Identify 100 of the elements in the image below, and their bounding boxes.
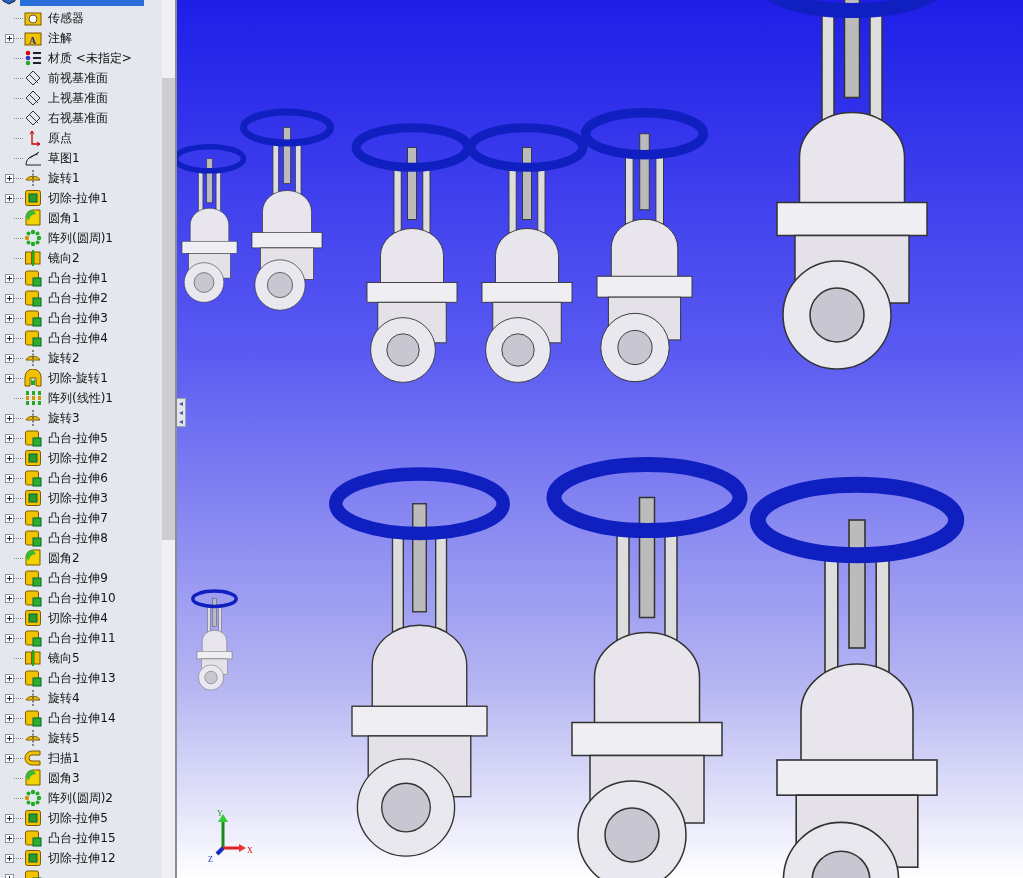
- scrollbar[interactable]: [162, 0, 175, 878]
- feature-tree-item[interactable]: 旋转2: [46, 349, 82, 367]
- expand-icon[interactable]: [5, 533, 14, 543]
- axis-triad-drawing: Y X Z: [199, 808, 255, 864]
- feature-tree-item[interactable]: 凸台-拉伸8: [46, 529, 110, 547]
- feature-tree-item[interactable]: 阵列(线性)1: [46, 389, 115, 407]
- feature-tree-item[interactable]: 切除-拉伸3: [46, 489, 110, 507]
- feature-tree-item[interactable]: 镜向5: [46, 649, 82, 667]
- feature-tree-item[interactable]: 凸台-拉伸15: [46, 829, 118, 847]
- boss-extrude-icon: [24, 329, 42, 347]
- boss-extrude-icon: [24, 469, 42, 487]
- expand-icon[interactable]: [5, 453, 14, 463]
- feature-tree-item[interactable]: 切除-拉伸5: [46, 809, 110, 827]
- expand-icon[interactable]: [5, 353, 14, 363]
- fillet-icon: [24, 209, 42, 227]
- feature-tree-item[interactable]: 凸台-拉伸11: [46, 629, 118, 647]
- feature-tree-item[interactable]: 阵列(圆周)1: [46, 229, 115, 247]
- sketch-icon: [24, 149, 42, 167]
- 3d-viewport[interactable]: Y X Z: [177, 0, 1023, 878]
- feature-tree-item[interactable]: 右视基准面: [46, 109, 110, 127]
- cut-extrude-icon: [24, 609, 42, 627]
- annotation-folder-icon: A: [24, 29, 42, 47]
- boss-extrude-icon: [24, 569, 42, 587]
- feature-tree-item[interactable]: 切除-拉伸4: [46, 609, 110, 627]
- feature-tree-item[interactable]: 上视基准面: [46, 89, 110, 107]
- expand-icon[interactable]: [5, 733, 14, 743]
- boss-extrude-icon: [24, 289, 42, 307]
- boss-extrude-icon: [24, 509, 42, 527]
- feature-tree-item[interactable]: 凸台-拉伸13: [46, 669, 118, 687]
- expand-icon[interactable]: [5, 473, 14, 483]
- panel-collapse-handle[interactable]: [177, 398, 186, 427]
- expand-icon[interactable]: [5, 493, 14, 503]
- expand-icon[interactable]: [5, 693, 14, 703]
- revolve-icon: [24, 689, 42, 707]
- expand-icon[interactable]: [5, 633, 14, 643]
- circular-pattern-icon: [24, 229, 42, 247]
- expand-icon[interactable]: [5, 273, 14, 283]
- feature-tree-item[interactable]: 凸台-拉伸2: [46, 289, 110, 307]
- feature-tree-item[interactable]: 凸台-拉伸9: [46, 569, 110, 587]
- expand-icon[interactable]: [5, 193, 14, 203]
- expand-icon[interactable]: [5, 713, 14, 723]
- feature-tree-item[interactable]: 草图1: [46, 149, 82, 167]
- expand-icon[interactable]: [5, 373, 14, 383]
- cut-extrude-icon: [24, 189, 42, 207]
- expand-icon[interactable]: [5, 173, 14, 183]
- feature-tree-item[interactable]: 前视基准面: [46, 69, 110, 87]
- expand-icon[interactable]: [5, 833, 14, 843]
- expand-icon[interactable]: [5, 333, 14, 343]
- plane-icon: [24, 69, 42, 87]
- feature-tree-item[interactable]: 圆角3: [46, 769, 82, 787]
- feature-tree-item[interactable]: 扫描1: [46, 749, 82, 767]
- feature-tree-item[interactable]: 阵列(圆周)2: [46, 789, 115, 807]
- feature-tree-item[interactable]: 传感器: [46, 9, 86, 27]
- boss-extrude-icon: [24, 709, 42, 727]
- expand-icon[interactable]: [5, 573, 14, 583]
- feature-tree-item[interactable]: 凸台-拉伸3: [46, 309, 110, 327]
- feature-tree-item[interactable]: 原点: [46, 129, 74, 147]
- cut-revolve-icon: [24, 369, 42, 387]
- feature-tree-item[interactable]: 旋转4: [46, 689, 82, 707]
- expand-icon[interactable]: [5, 753, 14, 763]
- boss-extrude-icon: [24, 529, 42, 547]
- cut-extrude-icon: [24, 809, 42, 827]
- feature-tree-item[interactable]: 凸台-拉伸4: [46, 329, 110, 347]
- expand-icon[interactable]: [5, 433, 14, 443]
- feature-tree-item[interactable]: 切除-旋转1: [46, 369, 110, 387]
- expand-icon[interactable]: [5, 413, 14, 423]
- revolve-icon: [24, 349, 42, 367]
- feature-tree-item[interactable]: 凸台-拉伸6: [46, 469, 110, 487]
- feature-tree-item[interactable]: 凸台-拉伸1: [46, 269, 110, 287]
- feature-tree-item[interactable]: 切除-拉伸12: [46, 849, 118, 867]
- feature-tree-item[interactable]: 凸台-拉伸14: [46, 709, 118, 727]
- linear-pattern-icon: [24, 389, 42, 407]
- feature-tree-item[interactable]: 凸台-拉伸10: [46, 589, 118, 607]
- feature-tree-item[interactable]: 旋转3: [46, 409, 82, 427]
- fillet-icon: [24, 549, 42, 567]
- expand-icon[interactable]: [5, 593, 14, 603]
- feature-tree-item[interactable]: 圆角2: [46, 549, 82, 567]
- circular-pattern-icon: [24, 789, 42, 807]
- feature-tree-item[interactable]: 切除-拉伸1: [46, 189, 110, 207]
- feature-tree-item[interactable]: 注解: [46, 29, 74, 47]
- feature-tree-item[interactable]: 凸台-拉伸5: [46, 429, 110, 447]
- feature-tree-item[interactable]: 旋转1: [46, 169, 82, 187]
- expand-icon[interactable]: [5, 293, 14, 303]
- boss-extrude-icon: [24, 629, 42, 647]
- expand-icon[interactable]: [5, 513, 14, 523]
- expand-icon[interactable]: [5, 813, 14, 823]
- feature-tree-item[interactable]: 圆角1: [46, 209, 82, 227]
- sensor-folder-icon: [24, 9, 42, 27]
- expand-icon[interactable]: [5, 613, 14, 623]
- feature-tree-item[interactable]: 切除-拉伸2: [46, 449, 110, 467]
- feature-tree-item[interactable]: 材质 <未指定>: [46, 49, 134, 67]
- boss-extrude-icon: [24, 829, 42, 847]
- feature-tree-item[interactable]: 旋转5: [46, 729, 82, 747]
- feature-tree-item[interactable]: 凸台-拉伸7: [46, 509, 110, 527]
- expand-icon[interactable]: [5, 313, 14, 323]
- expand-icon[interactable]: [5, 853, 14, 863]
- scrollbar-thumb[interactable]: [162, 78, 175, 540]
- expand-icon[interactable]: [5, 673, 14, 683]
- expand-icon[interactable]: [5, 33, 14, 43]
- feature-tree-item[interactable]: 镜向2: [46, 249, 82, 267]
